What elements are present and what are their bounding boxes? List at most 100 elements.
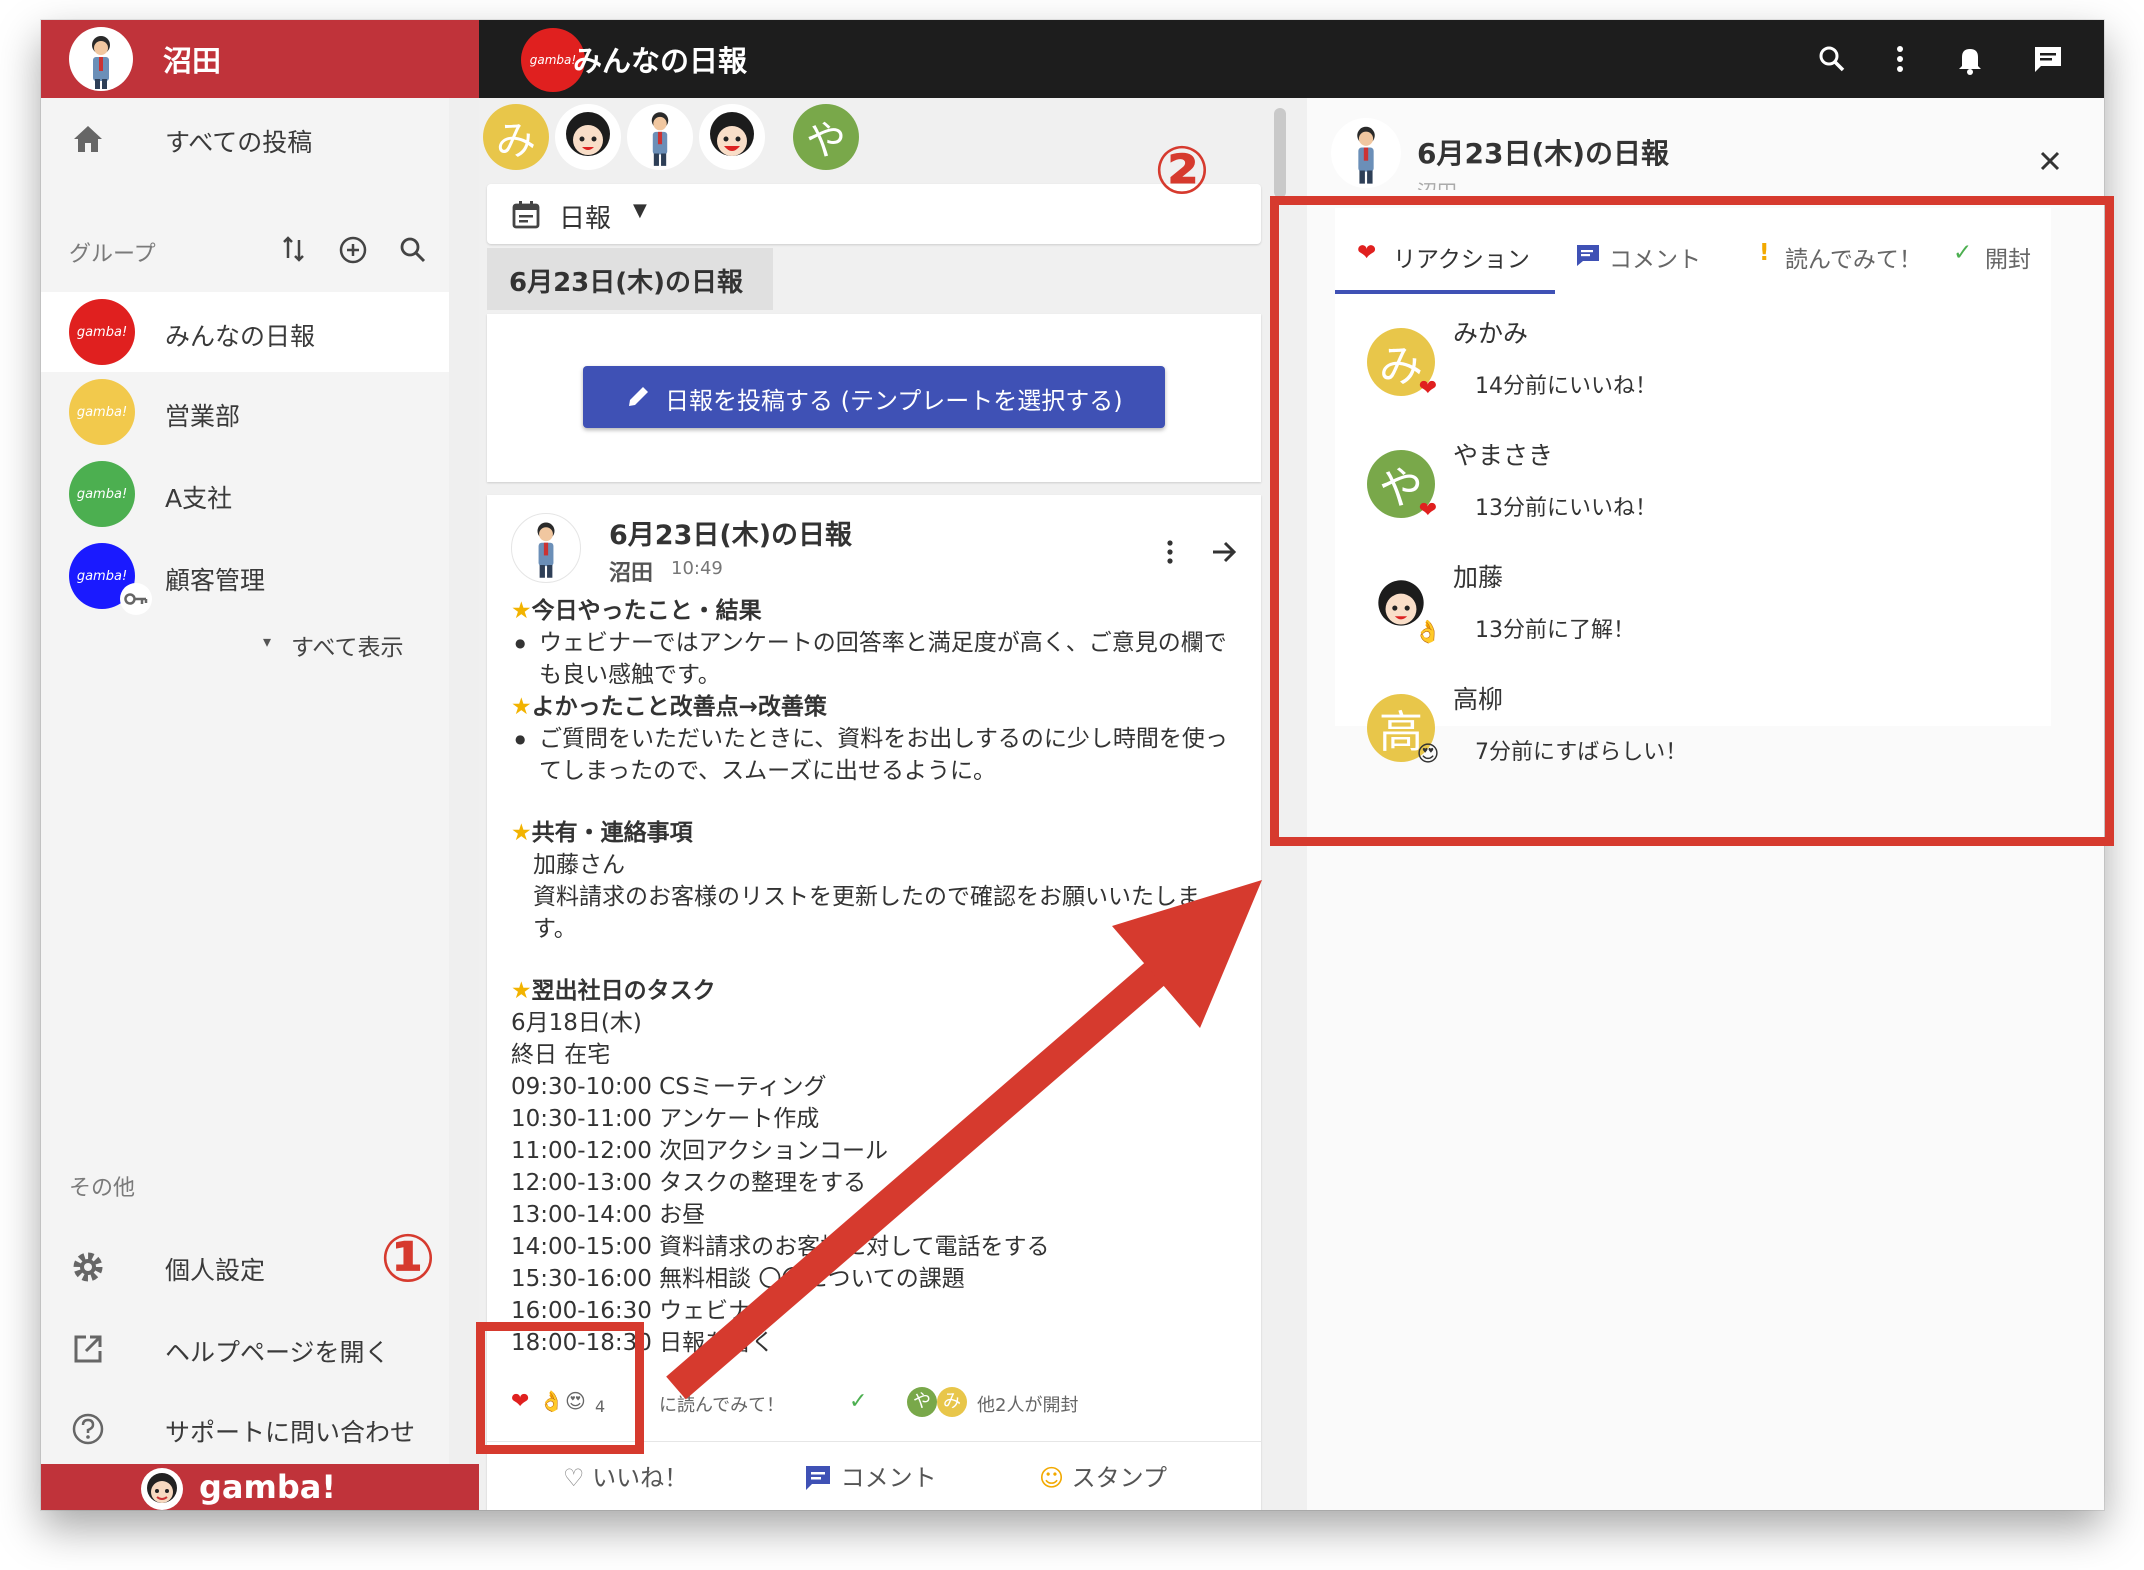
check-icon: ✓ — [849, 1389, 868, 1414]
person-icon — [651, 112, 669, 166]
comment-button-label: コメント — [840, 1464, 937, 1492]
heart-outline-icon: ♡ — [563, 1464, 585, 1492]
task-line: 6月18日(木) — [511, 1010, 642, 1036]
body-line: 資料請求のお客様のリストを更新したので確認をお願いいたします。 — [533, 884, 1200, 942]
annotation-number-1: ① — [380, 1220, 436, 1297]
topbar-group-title: みんなの日報 — [573, 44, 748, 78]
dropdown-arrow-icon: ▼ — [633, 200, 647, 221]
section-heading: よかったこと改善点→改善策 — [531, 694, 827, 720]
sidebar-group-a-branch[interactable]: gamba! A支社 — [41, 454, 449, 534]
search-icon[interactable] — [1815, 42, 1849, 76]
key-icon — [120, 583, 152, 615]
sidebar-item-all-posts[interactable]: すべての投稿 — [41, 98, 449, 178]
post-title: 6月23日(木)の日報 — [609, 520, 853, 551]
topbar-main: gamba! みんなの日報 — [479, 20, 2104, 98]
task-line: 14:00-15:00 資料請求のお客様に対して電話をする — [511, 1234, 1050, 1260]
detail-title: 6月23日(木)の日報 — [1417, 137, 1670, 170]
more-vert-icon[interactable] — [1155, 537, 1185, 567]
sidebar-item-label: ヘルプページを開く — [165, 1338, 390, 1367]
comment-button[interactable]: コメント — [803, 1458, 937, 1493]
person-icon — [537, 522, 555, 578]
task-line: 09:30-10:00 CSミーティング — [511, 1074, 827, 1100]
post-type-filter[interactable]: 日報 ▼ — [487, 184, 1261, 244]
detail-author: 沼田 — [1417, 176, 1457, 190]
read-please-text: に読んでみて！ — [659, 1395, 785, 1416]
sidebar-item-label: サポートに問い合わせ — [165, 1418, 416, 1447]
calendar-icon — [512, 201, 540, 229]
annotation-box-reaction-panel — [1270, 196, 2114, 846]
member-avatar[interactable] — [555, 104, 621, 170]
filter-label: 日報 — [559, 204, 612, 234]
brand-text: gamba! — [199, 1468, 336, 1506]
bullet-item: ウェビナーではアンケートの回答率と満足度が高く、ご意見の欄でも良い感触です。 — [511, 627, 1241, 691]
sidebar-group-customer[interactable]: gamba! 顧客管理 — [41, 536, 449, 616]
sidebar-group-label: 営業部 — [165, 402, 241, 431]
member-avatar[interactable] — [627, 104, 693, 170]
topbar-user[interactable]: 沼田 — [41, 20, 479, 98]
sidebar-item-label: すべての投稿 — [165, 128, 313, 157]
bell-icon[interactable] — [1953, 42, 1987, 76]
topbar-username: 沼田 — [163, 44, 222, 78]
groups-section-label: グループ — [69, 242, 156, 267]
sidebar-item-help[interactable]: ヘルプページを開く — [41, 1308, 449, 1388]
post-body: ★今日やったこと・結果 ウェビナーではアンケートの回答率と満足度が高く、ご意見の… — [511, 595, 1241, 1359]
comment-icon — [806, 1466, 830, 1490]
stamp-button-label: スタンプ — [1071, 1464, 1167, 1492]
sort-icon[interactable] — [279, 234, 309, 264]
boy-avatar-icon — [710, 112, 754, 156]
task-line: 11:00-12:00 次回アクションコール — [511, 1138, 889, 1164]
post-author: 沼田 — [609, 561, 654, 586]
task-line: 13:00-14:00 お昼 — [511, 1202, 706, 1228]
like-button-label: いいね！ — [592, 1464, 689, 1492]
person-icon — [92, 36, 110, 89]
task-line: 15:30-16:00 無料相談 〇〇についての課題 — [511, 1266, 965, 1292]
group-logo: gamba! — [69, 299, 135, 365]
sidebar-group-eigyo[interactable]: gamba! 営業部 — [41, 372, 449, 452]
add-circle-icon[interactable] — [337, 234, 369, 266]
open-external-icon — [74, 1335, 102, 1363]
girl-avatar-icon — [566, 112, 610, 156]
caret-down-icon: ▾ — [263, 632, 272, 651]
like-button[interactable]: ♡ いいね！ — [563, 1458, 688, 1493]
user-avatar[interactable] — [69, 27, 133, 91]
section-heading: 共有・連絡事項 — [531, 820, 693, 846]
member-avatar[interactable]: み — [483, 104, 549, 170]
chat-icon[interactable] — [2031, 42, 2065, 76]
show-all-button[interactable]: ▾ すべて表示 — [263, 628, 433, 668]
other-section-label: その他 — [69, 1176, 136, 1201]
arrow-right-icon[interactable] — [1209, 537, 1239, 567]
sidebar-group-minna[interactable]: gamba! みんなの日報 — [41, 292, 449, 372]
task-line: 10:30-11:00 アンケート作成 — [511, 1106, 820, 1132]
date-header: 6月23日(木)の日報 — [487, 248, 773, 310]
body-line: 加藤さん — [533, 852, 625, 878]
home-icon — [74, 126, 102, 152]
sidebar-scrollbar[interactable] — [449, 98, 479, 1472]
stamp-button[interactable]: ☺ スタンプ — [1039, 1458, 1167, 1493]
date-header-label: 6月23日(木)の日報 — [509, 268, 744, 298]
post-template-card: 日報を投稿する (テンプレートを選択する) — [487, 314, 1261, 482]
section-heading: 翌出社日のタスク — [531, 978, 716, 1004]
bottom-brand-bar: gamba! — [41, 1464, 479, 1510]
sidebar-item-label: 個人設定 — [165, 1256, 266, 1285]
member-avatar[interactable]: や — [793, 104, 859, 170]
show-all-label: すべて表示 — [291, 635, 404, 661]
more-vert-icon[interactable] — [1883, 42, 1917, 76]
sidebar-group-label: みんなの日報 — [165, 322, 316, 351]
close-icon[interactable] — [2035, 146, 2065, 176]
person-icon — [1357, 126, 1375, 184]
annotation-number-2: ② — [1154, 132, 1210, 209]
feed-scrollbar-thumb[interactable] — [1274, 108, 1286, 198]
annotation-box-reactions — [476, 1322, 644, 1454]
post-time: 10:49 — [671, 558, 723, 579]
opened-avatar: や — [907, 1387, 937, 1417]
group-search-icon[interactable] — [397, 234, 429, 266]
smile-icon: ☺ — [1039, 1464, 1065, 1492]
task-line: 12:00-13:00 タスクの整理をする — [511, 1170, 867, 1196]
sidebar-group-label: 顧客管理 — [165, 566, 266, 595]
post-author-avatar[interactable] — [511, 513, 581, 583]
group-logo: gamba! — [69, 461, 135, 527]
member-avatar[interactable] — [699, 104, 765, 170]
post-template-button[interactable]: 日報を投稿する (テンプレートを選択する) — [583, 366, 1165, 428]
detail-author-avatar[interactable] — [1331, 118, 1401, 188]
sidebar-item-support[interactable]: サポートに問い合わせ — [41, 1388, 449, 1468]
